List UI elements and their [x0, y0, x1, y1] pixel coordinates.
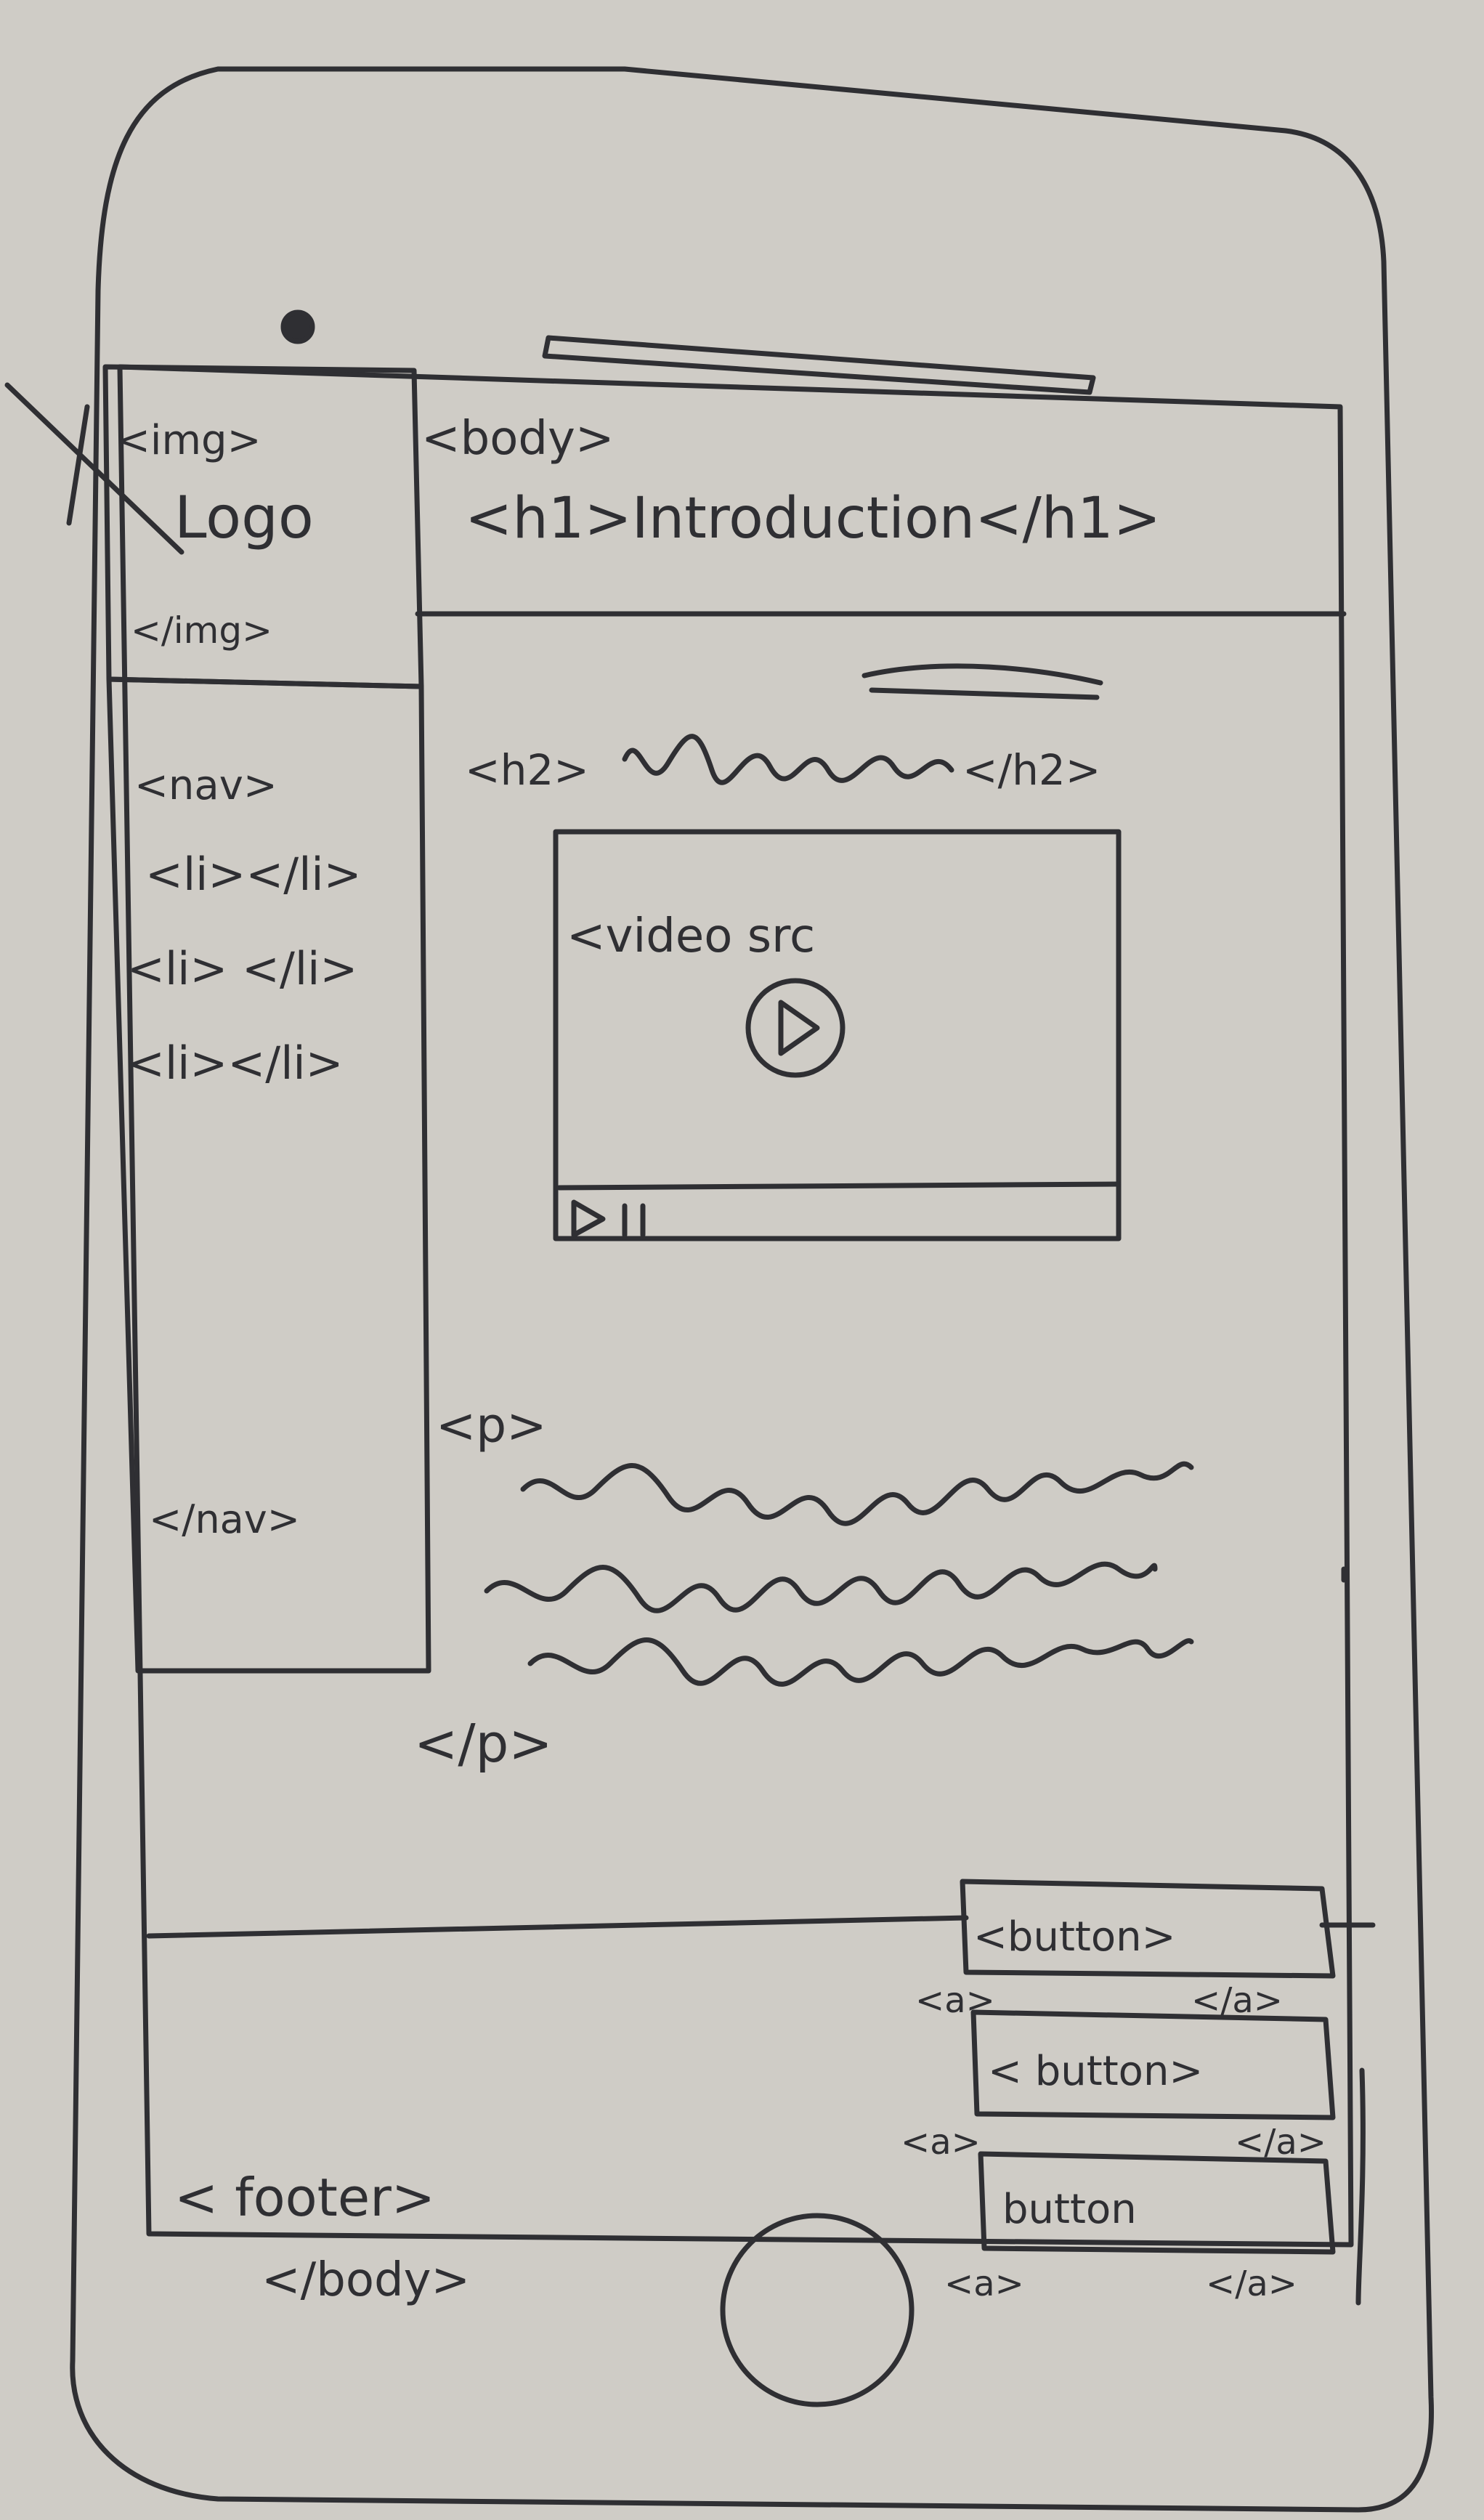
button-1-a-open: <a> [915, 1980, 995, 2021]
nav-list-item: <li> </li> [127, 942, 357, 995]
button-3-a-open: <a> [944, 2264, 1024, 2304]
nav-open-tag: <nav> [134, 762, 277, 809]
nav-close-tag: </nav> [149, 1496, 300, 1542]
h2-open-tag: <h2> [465, 745, 589, 795]
h2-squiggle [622, 734, 954, 785]
paragraph-close-tag: </p> [414, 1713, 553, 1774]
phone-outline [70, 66, 1435, 2513]
logo-label: Logo [174, 484, 314, 551]
play-pause-icon[interactable] [571, 1199, 646, 1238]
button-1-a-close: </a> [1191, 1980, 1283, 2021]
button-3-a-close: </a> [1206, 2264, 1297, 2304]
paragraph-line-3 [527, 1637, 1194, 1687]
crossed-out-scribble [861, 663, 1103, 700]
body-open-tag: <body> [421, 412, 615, 466]
img-open-tag: <img> [116, 417, 261, 464]
paragraph-line-2 [484, 1561, 1158, 1613]
nav-list-item: <li></li> [127, 1037, 344, 1090]
home-button[interactable] [720, 2213, 915, 2407]
footer-divider [146, 1915, 969, 1939]
video-src-label: <video src [567, 909, 815, 963]
button-2-a-open: <a> [901, 2122, 981, 2163]
video-player[interactable] [553, 829, 1122, 1241]
camera-dot [280, 309, 315, 344]
button-2-label[interactable]: < button> [988, 2048, 1203, 2095]
page-title-h1: <h1>Introduction</h1> [465, 486, 1161, 551]
phone-wireframe-sketch: <img> Logo </img> <nav> <li></li> <li> <… [4, 66, 1435, 2513]
img-close-tag: </img> [131, 609, 272, 652]
play-icon[interactable] [745, 978, 846, 1078]
button-edge-line [1355, 2067, 1366, 2306]
button-2-a-close: </a> [1235, 2122, 1326, 2163]
paragraph-line-1 [520, 1461, 1194, 1526]
paragraph-open-tag: <p> [436, 1398, 547, 1454]
h2-close-tag: </h2> [962, 745, 1100, 795]
button-1-label[interactable]: <button> [973, 1913, 1176, 1961]
screen-frame [117, 364, 1354, 2248]
button-3-label[interactable]: button [1002, 2186, 1137, 2233]
body-close-tag: </body> [261, 2253, 470, 2307]
nav-list-item: <li></li> [145, 848, 362, 901]
video-controls-divider [556, 1181, 1122, 1191]
footer-open-tag: < footer> [174, 2167, 435, 2228]
